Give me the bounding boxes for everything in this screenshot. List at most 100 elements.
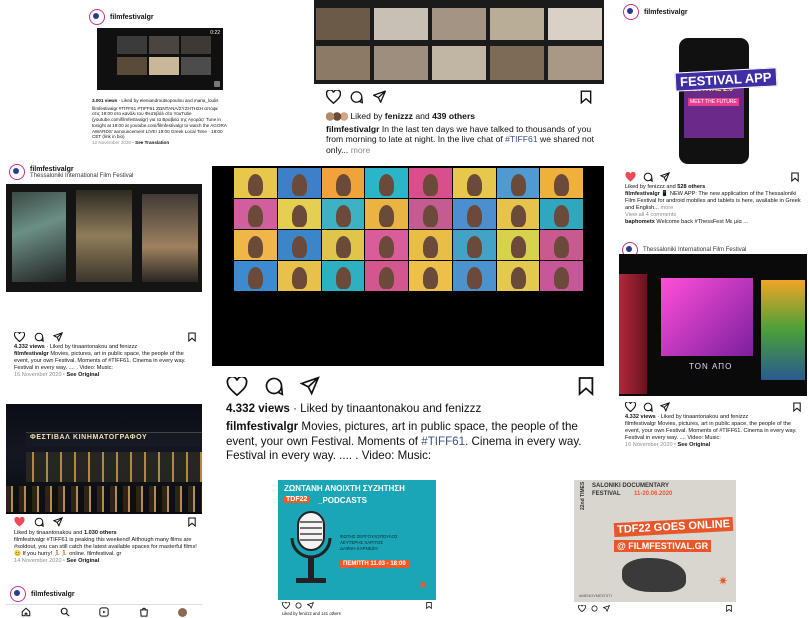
- bookmark-icon[interactable]: [188, 517, 196, 527]
- zoom-participant-tile: [234, 261, 277, 291]
- share-icon[interactable]: [660, 172, 670, 182]
- post-video[interactable]: [6, 184, 202, 292]
- comment-icon[interactable]: [34, 517, 44, 527]
- participant-face: [510, 174, 526, 196]
- comment-icon[interactable]: [34, 332, 44, 342]
- action-bar: [578, 605, 732, 612]
- username[interactable]: filmfestivalgr: [14, 351, 49, 357]
- comment-icon[interactable]: [264, 376, 284, 396]
- post-image[interactable]: [314, 0, 604, 84]
- post-header: filmfestivalgr: [86, 6, 231, 28]
- share-icon[interactable]: [603, 605, 610, 612]
- more-link[interactable]: more: [660, 205, 673, 211]
- bookmark-icon[interactable]: [726, 605, 732, 612]
- post-video[interactable]: TON ΑΠΟ: [619, 254, 807, 396]
- zoom-participant-tile: [409, 230, 452, 260]
- volume-icon[interactable]: [214, 81, 220, 87]
- heart-icon[interactable]: [14, 332, 25, 342]
- heart-icon[interactable]: [226, 376, 248, 396]
- bookmark-icon[interactable]: [188, 332, 196, 342]
- heart-icon[interactable]: [282, 602, 290, 609]
- bookmark-icon[interactable]: [580, 90, 592, 104]
- bookmark-icon[interactable]: [426, 602, 432, 609]
- search-icon[interactable]: [60, 607, 70, 617]
- bookmark-icon[interactable]: [793, 402, 801, 412]
- bookmark-icon[interactable]: [578, 376, 594, 396]
- video-time: 0:22: [210, 30, 220, 36]
- post-image[interactable]: ΖΩΝΤΑΝΗ ΑΝΟΙΧΤΗ ΣΥΖΗΤΗΣΗ TDF22 _PODCASTS…: [278, 480, 436, 600]
- liked-others[interactable]: 439 others: [432, 111, 475, 121]
- heart-icon[interactable]: [14, 517, 25, 527]
- username[interactable]: filmfestivalgr: [110, 14, 154, 21]
- next-post-header: filmfestivalgr: [10, 586, 75, 602]
- see-original-link[interactable]: · See Original: [674, 442, 710, 448]
- share-icon[interactable]: [660, 402, 670, 412]
- participant-face: [510, 205, 526, 227]
- participant-face: [291, 205, 307, 227]
- username[interactable]: filmfestivalgr: [30, 166, 133, 173]
- avatar[interactable]: [10, 586, 26, 602]
- comment-icon[interactable]: [349, 90, 364, 104]
- participant-face: [554, 174, 570, 196]
- username[interactable]: filmfestivalgr: [31, 591, 75, 598]
- location[interactable]: Thessaloniki International Film Festival: [30, 173, 133, 179]
- commenter[interactable]: baphometx: [625, 219, 655, 225]
- participant-face: [379, 205, 395, 227]
- post-image[interactable]: FESTIVAL 2.0 MEET THE FUTURE FESTIVAL AP…: [619, 22, 807, 164]
- bottom-nav: [6, 604, 202, 618]
- reels-icon[interactable]: [99, 607, 110, 617]
- hashtag-link[interactable]: #TIFF61: [505, 134, 537, 144]
- comment-icon[interactable]: [643, 402, 653, 412]
- post-video[interactable]: [212, 166, 604, 366]
- share-icon[interactable]: [300, 376, 320, 396]
- avatar[interactable]: [9, 164, 25, 180]
- post-date: 12 November 2020: [92, 140, 132, 146]
- liked-by: Liked by fenizzz and 141 others: [282, 611, 341, 616]
- share-icon[interactable]: [307, 602, 314, 609]
- see-original-link[interactable]: · See Original: [63, 558, 99, 564]
- zoom-participant-tile: [496, 261, 540, 291]
- share-icon[interactable]: [53, 332, 63, 342]
- shop-icon[interactable]: [139, 607, 149, 617]
- post-image[interactable]: ΦΕΣΤΙΒΑΛ ΚΙΝΗΜΑΤΟΓΡΑΦΟΥ: [6, 404, 202, 514]
- comment-icon[interactable]: [591, 605, 598, 612]
- participant-face: [335, 236, 351, 258]
- username[interactable]: filmfestivalgr: [326, 124, 380, 134]
- username[interactable]: filmfestivalgr: [226, 420, 298, 433]
- share-icon[interactable]: [53, 517, 63, 527]
- username[interactable]: filmfestivalgr: [625, 191, 660, 197]
- heart-icon[interactable]: [326, 90, 341, 104]
- participant-face: [248, 236, 263, 258]
- avatar[interactable]: [89, 9, 105, 25]
- view-comments-link[interactable]: View all 4 comments: [625, 212, 803, 219]
- share-icon[interactable]: [372, 90, 387, 104]
- action-bar: [14, 332, 196, 342]
- avatar[interactable]: [623, 4, 639, 20]
- see-original-link[interactable]: · See Original: [63, 372, 99, 378]
- post-image[interactable]: 22nd TIMES SALONIKI DOCUMENTARY FESTIVAL…: [574, 480, 736, 602]
- username[interactable]: filmfestivalgr: [644, 9, 688, 16]
- heart-icon[interactable]: [578, 605, 586, 612]
- liked-user[interactable]: fenizzz: [385, 111, 413, 121]
- location[interactable]: Thessaloniki International Film Festival: [643, 247, 746, 253]
- heart-icon[interactable]: [625, 172, 636, 182]
- zoom-participant-tile: [409, 199, 452, 229]
- comment-icon[interactable]: [643, 172, 653, 182]
- post-video[interactable]: 0:22: [97, 28, 223, 90]
- bookmark-icon[interactable]: [791, 172, 799, 182]
- participant-face: [466, 174, 482, 196]
- phone-mockup: FESTIVAL 2.0 MEET THE FUTURE: [679, 38, 749, 164]
- star-icon: ✷: [717, 574, 728, 588]
- more-link[interactable]: more: [351, 145, 371, 155]
- meet-future-label: MEET THE FUTURE: [688, 98, 739, 106]
- heart-icon[interactable]: [625, 402, 636, 412]
- zoom-participant-tile: [277, 230, 321, 260]
- profile-avatar[interactable]: [178, 607, 188, 617]
- comment-icon[interactable]: [295, 602, 302, 609]
- home-icon[interactable]: [21, 607, 31, 617]
- zoom-participant-tile: [277, 168, 321, 198]
- liked-others[interactable]: 528 others: [677, 184, 705, 190]
- see-translation-link[interactable]: · See Translation: [132, 140, 169, 145]
- hashtag-link[interactable]: #TIFF61: [421, 435, 465, 448]
- liked-others[interactable]: 1.030 others: [84, 530, 117, 536]
